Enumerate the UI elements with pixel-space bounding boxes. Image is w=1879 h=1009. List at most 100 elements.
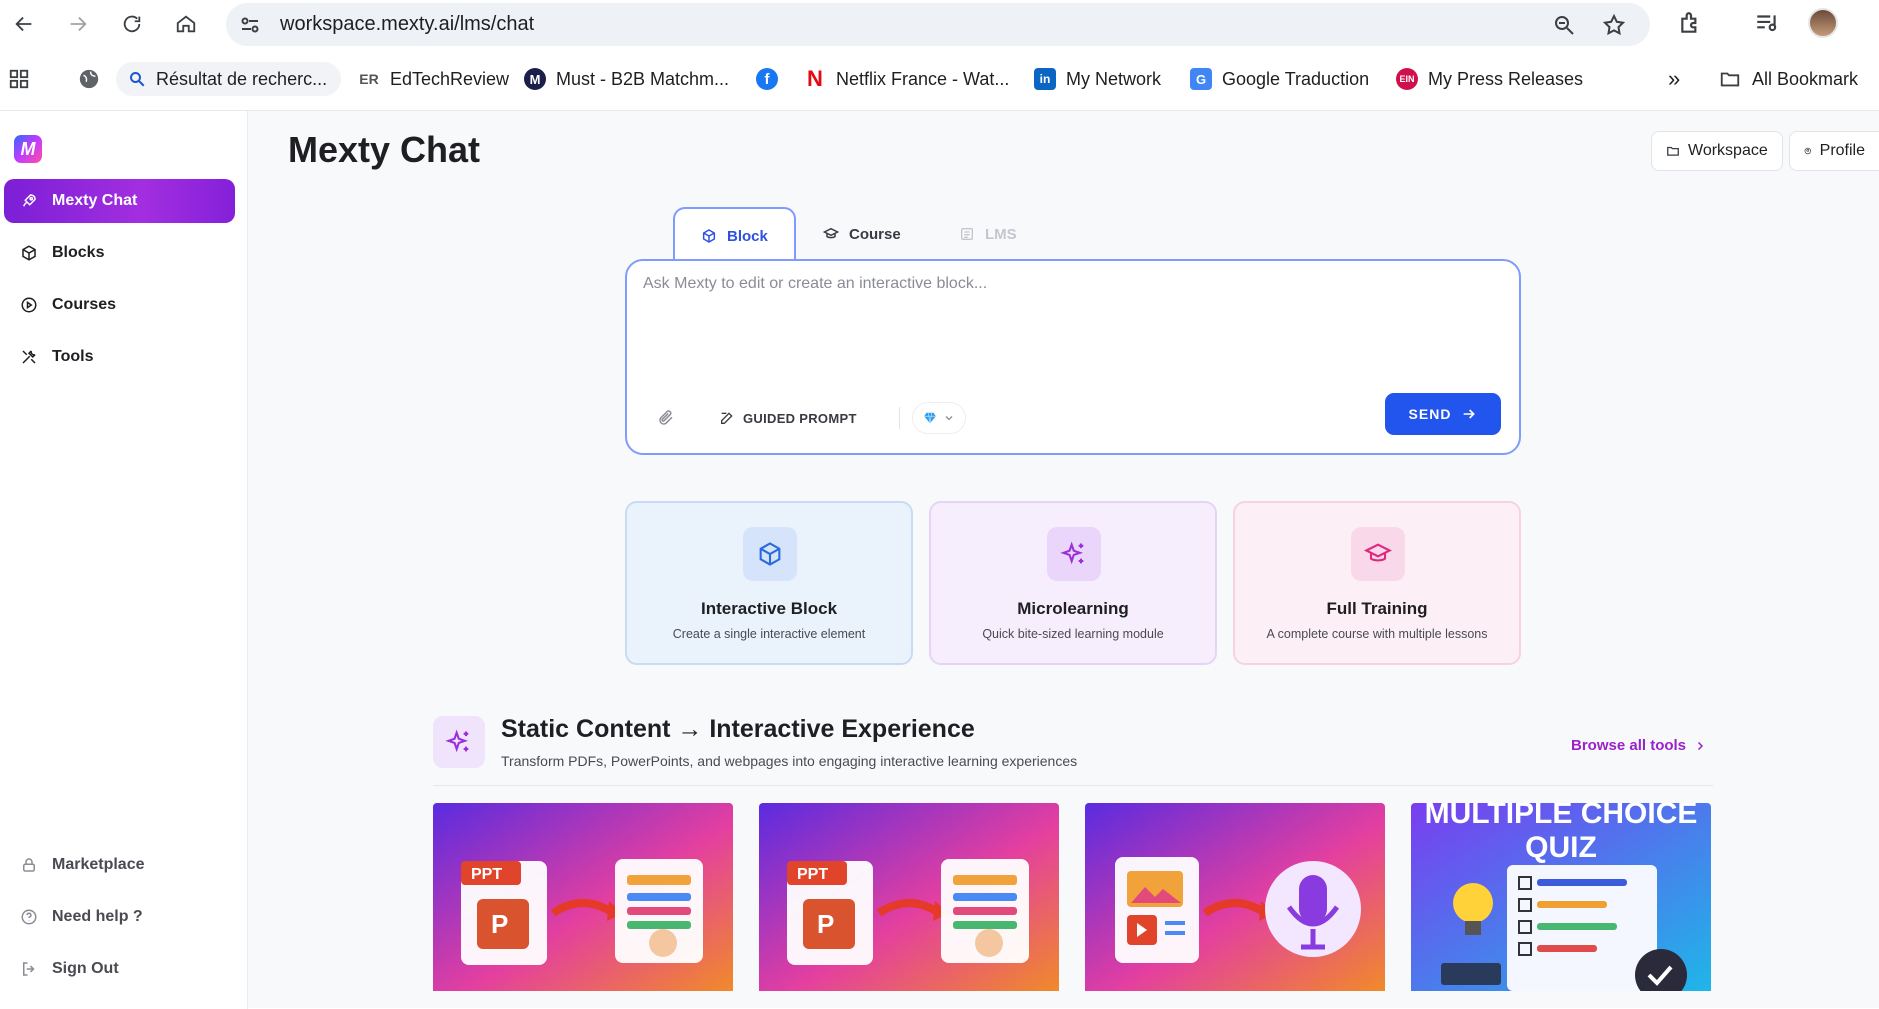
- page-title: Mexty Chat: [288, 129, 481, 170]
- bookmark-search-result[interactable]: Résultat de recherc...: [116, 62, 342, 96]
- url-text[interactable]: workspace.mexty.ai/lms/chat: [280, 13, 534, 36]
- tools-icon: [22, 350, 36, 364]
- card-full-training[interactable]: Full Training A complete course with mul…: [1233, 501, 1521, 665]
- send-button[interactable]: SEND: [1385, 393, 1501, 435]
- graduation-cap-icon: [1364, 543, 1392, 562]
- extensions-icon[interactable]: [1678, 10, 1704, 36]
- tab-block[interactable]: Block: [673, 207, 796, 263]
- card-title: Interactive Block: [700, 599, 838, 618]
- section-icon-box: [433, 716, 485, 768]
- card-interactive-block[interactable]: Interactive Block Create a single intera…: [625, 501, 913, 665]
- svg-text:PPT: PPT: [797, 866, 828, 883]
- bookmark-facebook[interactable]: f: [756, 62, 788, 96]
- bookmark-star-icon[interactable]: [1602, 13, 1626, 37]
- tab-course[interactable]: Course: [797, 207, 927, 261]
- model-select[interactable]: [912, 402, 966, 434]
- tool-thumbnail-ppt-to-quiz[interactable]: PPT P: [433, 803, 733, 991]
- section-subtitle: Transform PDFs, PowerPoints, and webpage…: [501, 753, 1078, 769]
- sidebar-item-marketplace[interactable]: Marketplace: [20, 856, 145, 874]
- avatar[interactable]: [1808, 8, 1838, 38]
- tool-thumbnail-ppt-to-quiz-2[interactable]: PPT P: [759, 803, 1059, 991]
- sidebar-item-help[interactable]: Need help ?: [20, 908, 143, 926]
- card-title: Microlearning: [1017, 599, 1129, 618]
- browse-all-tools-link[interactable]: Browse all tools: [1571, 737, 1706, 754]
- guided-prompt-button[interactable]: GUIDED PROMPT: [719, 401, 857, 435]
- site-settings-icon[interactable]: [238, 13, 262, 37]
- arrow-right-icon: [70, 16, 87, 32]
- edtech-logo-icon: ER: [359, 71, 379, 87]
- rocket-icon: [23, 194, 36, 207]
- chevron-right-icon: [1698, 741, 1704, 750]
- sparkles-icon: [445, 729, 469, 753]
- app-root: M Mexty Chat Blocks Courses Tools Market…: [0, 110, 1879, 1009]
- more-bookmarks-button[interactable]: »: [1668, 62, 1680, 96]
- bookmarks-bar: Résultat de recherc... ER EdTechReview M…: [0, 58, 1879, 100]
- all-bookmarks-button[interactable]: All Bookmark: [1718, 62, 1879, 96]
- gem-icon: [924, 412, 936, 424]
- back-button[interactable]: [8, 8, 40, 40]
- section-divider: [433, 785, 1713, 786]
- svg-text:P: P: [491, 909, 508, 939]
- tool-thumbnail-mcq-quiz[interactable]: MULTIPLE CHOICE QUIZ: [1411, 803, 1711, 991]
- netflix-icon: N: [807, 66, 823, 91]
- bookmark-press-releases[interactable]: EIN My Press Releases: [1396, 62, 1583, 96]
- graduation-cap-icon: [823, 227, 839, 239]
- sidebar-item-tools[interactable]: Tools: [4, 335, 235, 379]
- sidebar-item-sign-out[interactable]: Sign Out: [20, 960, 119, 978]
- arrow-left-icon: [15, 16, 32, 32]
- card-description: A complete course with multiple lessons: [1266, 627, 1488, 641]
- folder-icon: [1667, 146, 1679, 156]
- doc-to-podcast-illustration: [1085, 803, 1385, 991]
- svg-text:PPT: PPT: [471, 866, 502, 883]
- help-icon: [21, 909, 37, 925]
- sidebar-item-blocks[interactable]: Blocks: [4, 231, 235, 275]
- card-microlearning[interactable]: Microlearning Quick bite-sized learning …: [929, 501, 1217, 665]
- search-icon: [130, 72, 145, 87]
- ppt-to-quiz-illustration: PPT P: [759, 803, 1059, 991]
- prompt-input[interactable]: [643, 275, 1493, 365]
- card-icon-box: [743, 527, 797, 581]
- arrow-right-icon: [1464, 409, 1476, 419]
- must-logo-icon: M: [524, 68, 546, 90]
- prompt-composer: GUIDED PROMPT SEND: [625, 259, 1521, 455]
- ppt-to-quiz-illustration: PPT P: [433, 803, 733, 991]
- globe-bookmark[interactable]: [78, 62, 100, 96]
- browser-toolbar: workspace.mexty.ai/lms/chat: [0, 0, 1879, 49]
- home-button[interactable]: [170, 8, 202, 40]
- globe-icon: [79, 69, 99, 89]
- sign-out-icon: [23, 962, 35, 976]
- bookmark-linkedin[interactable]: in My Network: [1034, 62, 1161, 96]
- linkedin-icon: in: [1034, 68, 1056, 90]
- home-icon: [176, 15, 196, 33]
- thumbnail-label: MULTIPLE CHOICE QUIZ: [1424, 803, 1698, 864]
- profile-button[interactable]: Profile: [1789, 131, 1879, 171]
- zoom-icon[interactable]: [1552, 13, 1576, 37]
- chevron-down-icon: [945, 416, 953, 421]
- bookmark-edtechreview[interactable]: ER EdTechReview: [358, 62, 509, 96]
- toolbar-divider: [899, 407, 900, 429]
- bookmark-must[interactable]: M Must - B2B Matchm...: [524, 62, 729, 96]
- media-control-icon[interactable]: [1754, 10, 1780, 36]
- forward-button[interactable]: [62, 8, 94, 40]
- cube-icon: [759, 542, 781, 566]
- sidebar-item-courses[interactable]: Courses: [4, 283, 235, 327]
- sidebar-item-mexty-chat[interactable]: Mexty Chat: [4, 179, 235, 223]
- apps-grid-icon: [9, 69, 29, 89]
- mexty-logo[interactable]: M: [14, 135, 42, 163]
- bookmark-google-translate[interactable]: G Google Traduction: [1190, 62, 1369, 96]
- attachment-icon[interactable]: [657, 409, 675, 427]
- tool-thumbnail-doc-to-podcast[interactable]: [1085, 803, 1385, 991]
- card-description: Quick bite-sized learning module: [982, 627, 1164, 641]
- cube-icon: [22, 245, 36, 261]
- svg-text:P: P: [817, 909, 834, 939]
- facebook-icon: f: [756, 68, 778, 90]
- workspace-button[interactable]: Workspace: [1651, 131, 1783, 171]
- reload-button[interactable]: [116, 8, 148, 40]
- bookmark-netflix[interactable]: N Netflix France - Wat...: [804, 62, 1009, 96]
- card-icon-box: [1047, 527, 1101, 581]
- translate-icon: G: [1190, 68, 1212, 90]
- address-bar[interactable]: workspace.mexty.ai/lms/chat: [226, 3, 1650, 46]
- card-icon-box: [1351, 527, 1405, 581]
- sidebar: M Mexty Chat Blocks Courses Tools Market…: [0, 111, 248, 1009]
- apps-button[interactable]: [8, 62, 30, 96]
